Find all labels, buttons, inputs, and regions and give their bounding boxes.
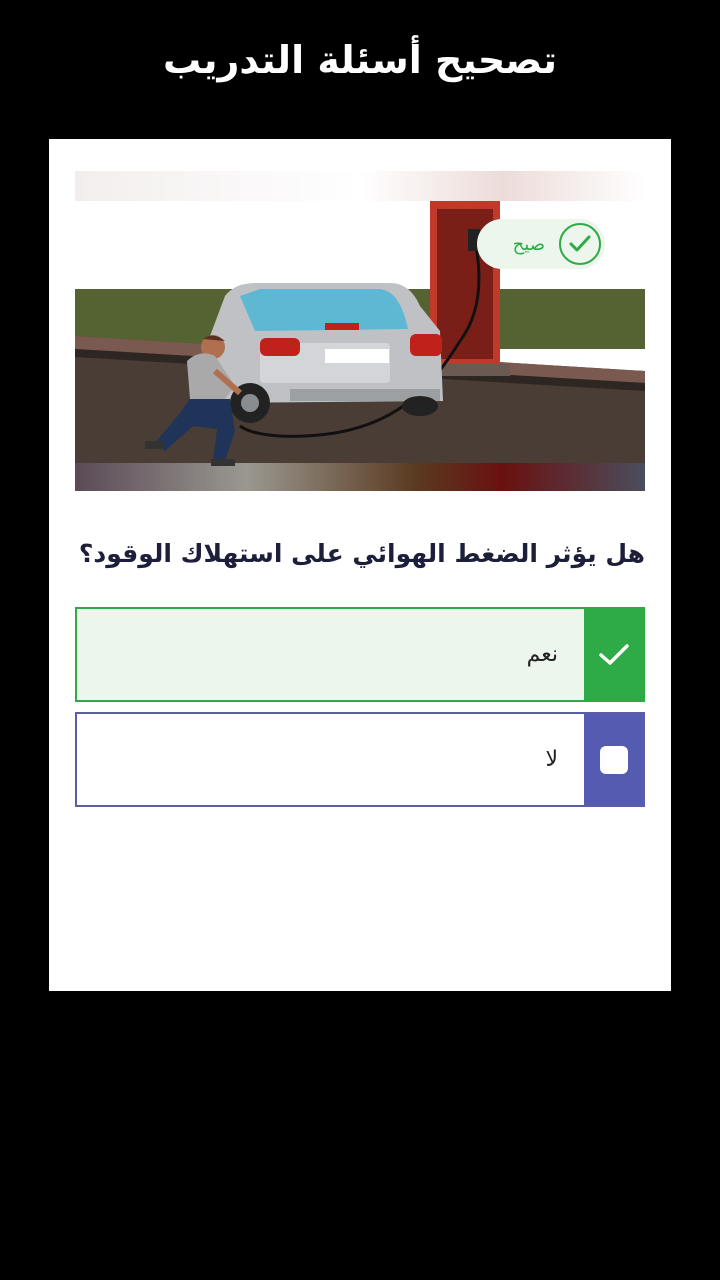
question-card: صيح هل يؤثر الضغط الهوائي على استهلاك ال… xyxy=(49,139,671,991)
result-label: صيح xyxy=(512,233,545,255)
answer-option-yes[interactable]: نعم xyxy=(75,607,645,702)
question-illustration: صيح xyxy=(75,171,645,491)
check-circle-icon xyxy=(559,223,601,265)
result-badge: صيح xyxy=(477,219,605,269)
answer-option-no[interactable]: لا xyxy=(75,712,645,807)
option-marker xyxy=(584,714,643,805)
option-marker xyxy=(584,609,643,700)
page-title: تصحيح أسئلة التدريب xyxy=(162,38,558,82)
checkbox-empty-icon xyxy=(599,745,628,774)
option-label: نعم xyxy=(526,642,558,667)
option-label: لا xyxy=(545,747,558,772)
check-icon xyxy=(598,643,629,665)
question-text: هل يؤثر الضغط الهوائي على استهلاك الوقود… xyxy=(78,539,645,568)
